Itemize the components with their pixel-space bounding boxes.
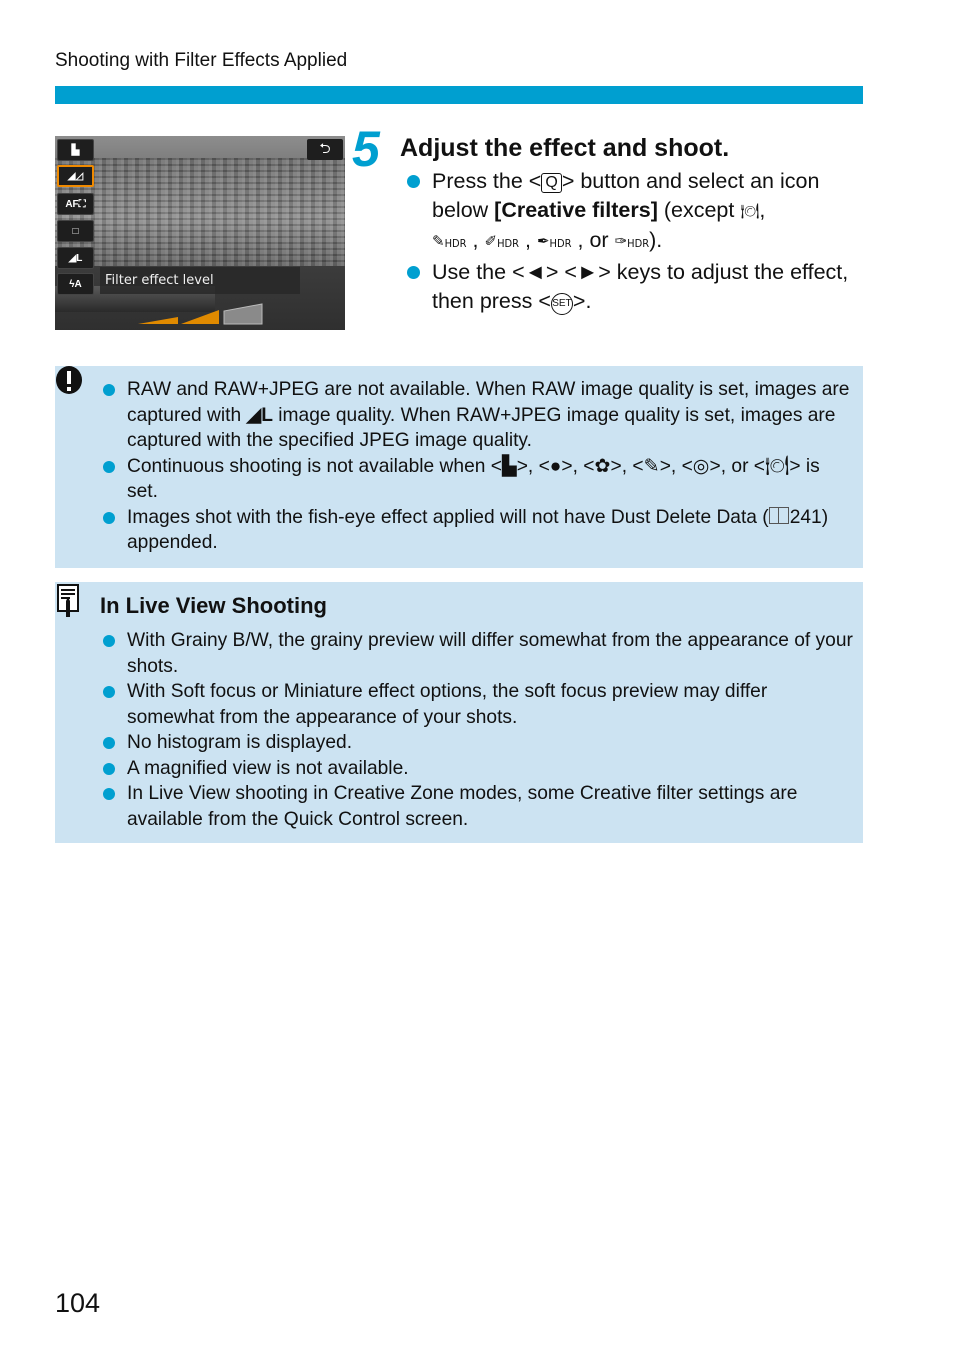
art-vivid-hdr-icon: ✐ (484, 233, 498, 250)
filter-effect-level-label: Filter effect level (100, 267, 300, 294)
text: With Grainy B/W, the grainy preview will… (127, 630, 853, 677)
caution-icon (56, 366, 82, 394)
art-embossed-hdr-icon: ✑ (614, 233, 628, 250)
text: >, or < (709, 455, 765, 477)
soft-focus-icon: ● (549, 455, 562, 477)
step-instructions: Press the < Q > button and select an icon … (405, 167, 865, 316)
q-button-icon: Q (541, 173, 562, 193)
text: >. (572, 289, 592, 313)
filter-effect-level-button[interactable]: ◢◿ (57, 165, 94, 187)
hdr-label: HDR (444, 237, 467, 250)
caution-item: Images shot with the fish-eye effect app… (103, 505, 853, 556)
text: A magnified view is not available. (127, 757, 409, 779)
grainy-bw-icon: ▙ (71, 144, 80, 156)
image-quality-large-fine-icon: ◢L (68, 252, 83, 264)
memo-box: In Live View Shooting With Grainy B/W, t… (55, 582, 863, 843)
memo-item: No histogram is displayed. (103, 730, 853, 756)
step-bullet: Press the < Q > button and select an icon … (405, 167, 865, 258)
text: With Soft focus or Miniature effect opti… (127, 681, 768, 728)
caution-list: RAW and RAW+JPEG are not available. When… (103, 377, 853, 556)
book-reference-icon (768, 506, 789, 524)
memo-item: A magnified view is not available. (103, 756, 853, 782)
caution-item: RAW and RAW+JPEG are not available. When… (103, 377, 853, 454)
bullet-dot (103, 762, 115, 775)
text: Images shot with the fish-eye effect app… (127, 506, 769, 528)
food-icon: 🍽 (765, 455, 790, 477)
water-painting-icon: ✎ (643, 455, 660, 477)
set-button-icon: SET (550, 293, 573, 315)
flash-auto-icon: ϟA (69, 278, 82, 290)
comma: , (472, 228, 479, 252)
memo-item: With Grainy B/W, the grainy preview will… (103, 628, 853, 679)
bullet-dot (407, 266, 420, 279)
af-method-button[interactable]: AF⛶ (57, 193, 94, 215)
fish-eye-icon: ✿ (594, 455, 611, 477)
text: In Live View shooting in Creative Zone m… (127, 783, 798, 830)
grainy-bw-icon: ▙ (501, 455, 517, 477)
bullet-dot (103, 384, 115, 396)
caution-box: RAW and RAW+JPEG are not available. When… (55, 366, 863, 568)
text: Use the <◄> <►> keys to adjust the effec… (432, 260, 849, 313)
text: (except (657, 198, 741, 222)
lcd-cityscape (55, 158, 345, 268)
page-number: 104 (55, 1288, 101, 1318)
art-standard-hdr-icon: ✎ (432, 233, 445, 250)
bullet-dot (103, 511, 115, 524)
bullet-dot (103, 686, 115, 698)
running-head: Shooting with Filter Effects Applied (55, 50, 348, 71)
header-bar (55, 86, 863, 104)
text: ). (649, 228, 663, 252)
memo-list: With Grainy B/W, the grainy preview will… (103, 628, 853, 832)
memo-title: In Live View Shooting (100, 593, 327, 618)
hdr-label: HDR (497, 237, 520, 250)
step-bullet: Use the <◄> <►> keys to adjust the effec… (405, 258, 865, 316)
level-step-3[interactable] (223, 303, 263, 325)
comma: , (525, 228, 531, 252)
bullet-dot (103, 635, 115, 647)
bullet-dot (103, 737, 115, 749)
level-step-1[interactable] (138, 317, 178, 324)
step-number: 5 (352, 121, 380, 177)
filter-effect-level-icon: ◢◿ (67, 170, 84, 182)
filter-level-slider[interactable] (55, 299, 345, 325)
comma: , (577, 228, 584, 252)
hdr-label: HDR (549, 237, 572, 250)
caution-item: Continuous shooting is not available whe… (103, 454, 853, 505)
page-reference-link[interactable]: 241 (790, 507, 822, 528)
bullet-dot (103, 788, 115, 800)
drive-mode-single-icon: □ (72, 225, 79, 237)
step-title: Adjust the effect and shoot. (400, 134, 730, 162)
camera-lcd-screenshot: ▙ ◢◿ AF⛶ □ ◢L ϟA ⮌ Filter effect level (55, 136, 345, 330)
memo-icon (57, 584, 79, 617)
memo-item: In Live View shooting in Creative Zone m… (103, 781, 853, 832)
comma: , (759, 198, 766, 222)
af-method-icon: AF⛶ (65, 198, 86, 210)
text: or (589, 228, 609, 252)
grainy-bw-button[interactable]: ▙ (57, 139, 94, 161)
food-icon: 🍽 (740, 203, 760, 220)
return-icon: ⮌ (319, 139, 331, 156)
image-quality-large-fine-icon: ◢L (246, 404, 273, 426)
bullet-dot (103, 460, 115, 473)
text: No histogram is displayed. (127, 732, 353, 753)
toy-camera-icon: ◎ (692, 455, 710, 477)
art-bold-hdr-icon: ✒ (536, 233, 550, 250)
image-quality-button[interactable]: ◢L (57, 247, 94, 269)
drive-mode-button[interactable]: □ (57, 220, 94, 242)
text: Continuous shooting is not available whe… (127, 455, 502, 477)
bullet-dot (407, 175, 420, 188)
back-button[interactable]: ⮌ (307, 139, 343, 160)
text: Press the < (432, 169, 542, 193)
creative-filters-label: [Creative filters] (494, 198, 658, 222)
level-step-2[interactable] (181, 310, 219, 324)
hdr-label: HDR (627, 237, 650, 250)
flash-mode-button[interactable]: ϟA (57, 273, 94, 295)
memo-item: With Soft focus or Miniature effect opti… (103, 679, 853, 730)
